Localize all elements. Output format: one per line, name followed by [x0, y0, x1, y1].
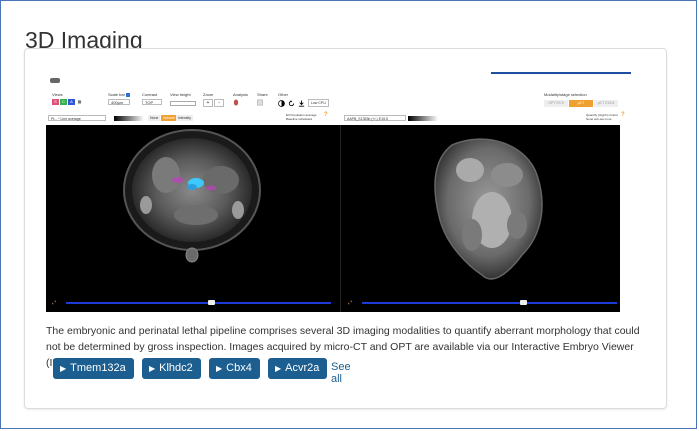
embryo-analysis-icon[interactable] [233, 99, 239, 106]
see-all-link[interactable]: See all [331, 361, 351, 385]
viewer-header-accent [491, 72, 631, 74]
zoom-in-button[interactable]: + [203, 99, 213, 107]
menu-toggle-icon[interactable] [50, 78, 60, 83]
gene-label: Acvr2a [285, 362, 320, 374]
left-intensity-gradient[interactable] [114, 116, 144, 121]
wildtype-ct-slice [123, 129, 261, 263]
caret-right-icon: ▶ [60, 364, 67, 373]
modality-label: Modality/stage selection [544, 92, 587, 97]
scale-bar-select[interactable]: 400μm [108, 99, 130, 105]
pipeline-description: The embryonic and perinatal lethal pipel… [46, 325, 640, 369]
mutant-ct-pane[interactable]: ⤢ [342, 125, 620, 312]
gene-label: Tmem132a [70, 362, 126, 374]
right-line-select[interactable]: AAPB_S1353b (+/-) E15.5 [344, 115, 406, 121]
right-orientation-icon: ⤢ [348, 300, 353, 306]
zoom-label: Zoom [203, 92, 214, 97]
viewer-toolbar: Views S C A ▦ Scale bar 400μm Contrast T… [52, 92, 642, 112]
view-sagittal-button[interactable]: S [52, 99, 59, 105]
scale-bar-label: Scale bar [108, 92, 125, 97]
caret-right-icon: ▶ [216, 364, 223, 373]
modality-stage-selection: Modality/stage selection OPT E9.5 µCT E1… [544, 92, 618, 112]
right-slice-slider-track[interactable] [362, 302, 617, 304]
embryo-viewer: Views S C A ▦ Scale bar 400μm Contrast T… [46, 70, 631, 312]
contrast-label: Contrast [142, 92, 158, 97]
modality-uct-e15-button[interactable]: µCT E14.5/E15.5 [569, 100, 593, 112]
scale-bar-group: Scale bar 400μm [108, 92, 131, 105]
views-label: Views [52, 92, 63, 97]
view-height-slider[interactable] [170, 101, 196, 106]
analysis-label: Analysis [233, 92, 248, 97]
share-icon[interactable] [257, 99, 263, 106]
gene-button-klhdc2[interactable]: ▶ Klhdc2 [142, 358, 201, 379]
view-height-label: View height [170, 92, 191, 97]
invert-contrast-icon[interactable] [278, 99, 285, 107]
other-group: Other Low CPU [278, 92, 329, 107]
render-volume-toggle[interactable]: Volume [161, 115, 177, 121]
reset-icon[interactable] [288, 99, 295, 107]
render-intensity-toggle[interactable]: Intensity [176, 115, 194, 121]
contrast-group: Contrast TOP [142, 92, 162, 105]
modality-uct-e18-button[interactable]: µCT E18.5 [594, 100, 618, 107]
left-stage-info: E3 Population average Baseline scheduled [286, 113, 317, 121]
zoom-out-button[interactable]: - [214, 99, 225, 107]
gene-label: Cbx4 [226, 362, 252, 374]
caret-right-icon: ▶ [149, 364, 156, 373]
right-slice-slider-thumb[interactable] [520, 300, 527, 305]
mutant-ct-slice [434, 138, 543, 280]
scale-bar-checkbox[interactable] [126, 92, 131, 97]
zoom-group: Zoom + - [203, 92, 225, 107]
contrast-select[interactable]: TOP [142, 99, 162, 105]
right-intensity-gradient[interactable] [408, 116, 438, 121]
viewer-subbar: Pt... * Line average None Volume Intensi… [46, 112, 636, 123]
view-height-group: View height [170, 92, 196, 106]
right-stage-info: Quantify (Glyph) control None sub-set mo… [586, 113, 618, 121]
grid-layout-icon[interactable]: ▦ [76, 99, 83, 105]
low-cpu-button[interactable]: Low CPU [308, 99, 329, 107]
view-axial-button[interactable]: A [68, 99, 75, 105]
share-group: Share [257, 92, 268, 107]
left-line-select[interactable]: Pt... * Line average [48, 115, 106, 121]
left-help-icon[interactable]: ? [324, 112, 328, 118]
caret-right-icon: ▶ [275, 364, 282, 373]
gene-button-acvr2a[interactable]: ▶ Acvr2a [268, 358, 328, 379]
other-label: Other [278, 92, 289, 97]
left-slice-slider-thumb[interactable] [208, 300, 215, 305]
image-panes: ⤢ 300μm [46, 125, 620, 312]
gene-button-tmem132a[interactable]: ▶ Tmem132a [53, 358, 134, 379]
left-slice-slider-track[interactable] [66, 302, 331, 304]
gene-button-cbx4[interactable]: ▶ Cbx4 [209, 358, 260, 379]
modality-opt-button[interactable]: OPT E9.5 [544, 100, 568, 107]
gene-label: Klhdc2 [159, 362, 193, 374]
imaging-card: Views S C A ▦ Scale bar 400μm Contrast T… [24, 48, 667, 409]
pane-divider [340, 125, 341, 312]
download-icon[interactable] [298, 99, 305, 107]
share-label: Share [257, 92, 268, 97]
analysis-group: Analysis [233, 92, 248, 107]
wildtype-ct-pane[interactable]: ⤢ [46, 125, 340, 312]
views-group: Views S C A ▦ [52, 92, 83, 105]
render-none-toggle[interactable]: None [148, 115, 161, 121]
right-help-icon[interactable]: ? [621, 112, 625, 118]
left-orientation-icon: ⤢ [52, 300, 57, 306]
view-coronal-button[interactable]: C [60, 99, 67, 105]
